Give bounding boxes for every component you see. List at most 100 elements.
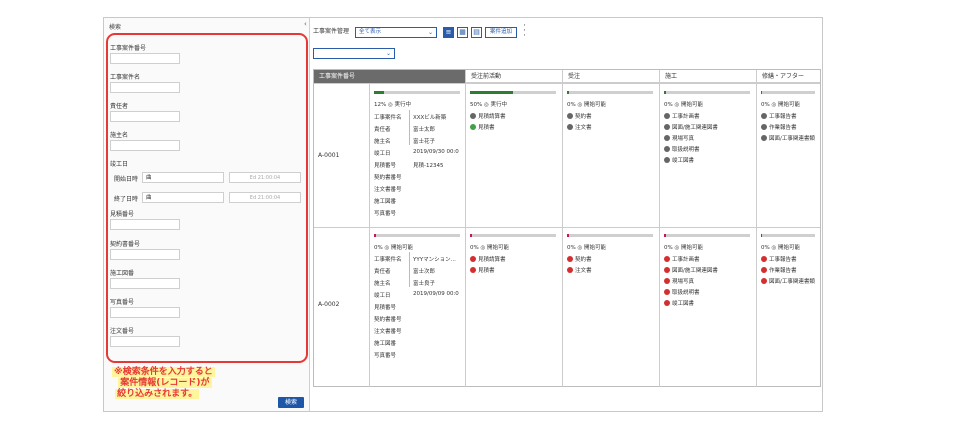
phase-document-item[interactable]: 工事計画書 [664,112,700,120]
project-grid: 工事案件番号 受注前活動 受注 施工 修繕・アフター A-0001 12% ◎ … [313,69,821,387]
phase-status: 0% ◎ 開始可能 [567,102,607,108]
phase-progress-fill [470,91,513,94]
order-number-input[interactable] [110,336,180,347]
owner-input[interactable] [110,140,180,151]
phase-document-item[interactable]: 見積請算書 [470,255,506,263]
phase-document-label: 工事報告書 [769,114,797,120]
row-status: 12% ◎ 実行中 [374,102,412,108]
phase-document-item[interactable]: 工事計画書 [664,255,700,263]
field-key: 施工図番 [374,199,397,205]
field-key: 契約書番号 [374,317,402,323]
alert-circle-icon [664,256,670,262]
phase-document-label: 工事計画書 [672,114,700,120]
chevron-left-icon[interactable]: ‹ [304,20,307,28]
drawing-number-input[interactable] [110,278,180,289]
list-view-icon[interactable]: ≡ [443,27,454,38]
phase-document-item[interactable]: 取扱説明書 [664,145,700,153]
phase-progress-bar [761,234,815,237]
row-project-id: A-0001 [318,152,340,159]
phase-progress-fill [567,91,569,94]
estimate-number-input[interactable] [110,219,180,230]
end-date-input[interactable]: 曲 [142,192,224,203]
manager-input[interactable] [110,111,180,122]
phase-document-item[interactable]: 図面/工事関連書類 [761,277,815,285]
phase-progress-bar [761,91,815,94]
phase-status: 0% ◎ 開始可能 [664,245,704,251]
phase-document-item[interactable]: 契約書 [567,112,592,120]
status-dot-icon [664,146,670,152]
field-value: 富士次郎 [413,269,436,275]
phase-document-item[interactable]: 現場写真 [664,134,694,142]
phase-document-item[interactable]: 図面/施工関連図書 [664,266,718,274]
phase-document-item[interactable]: 作業報告書 [761,266,797,274]
phase-status: 0% ◎ 開始可能 [761,102,801,108]
more-options-icon[interactable]: · · · [523,22,527,41]
phase-document-item[interactable]: 見積請算書 [470,112,506,120]
phase-document-item[interactable]: 竣工図書 [664,299,694,307]
main-area: 工事案件管理 全て表示 ⌄ ≡ ▦ ▤ 案件追加 · · · ⌄ 工事案件番号 受注… [311,18,822,411]
kv-divider [409,252,410,287]
phase-document-label: 竣工図書 [672,158,695,164]
search-panel-title: 検索 [109,24,122,31]
header-after-service: 修繕・アフター [756,70,820,83]
phase-document-item[interactable]: 見積書 [470,123,495,131]
phase-document-label: 作業報告書 [769,125,797,131]
search-button[interactable]: 検索 [278,397,304,408]
alert-circle-icon [761,278,767,284]
document-view-icon[interactable]: ▤ [471,27,482,38]
phase-document-item[interactable]: 注文書 [567,266,592,274]
phase-document-item[interactable]: 図面/工事関連書類 [761,134,815,142]
phase-document-item[interactable]: 契約書 [567,255,592,263]
alert-circle-icon [567,256,573,262]
grid-view-icon[interactable]: ▦ [457,27,468,38]
start-date-input[interactable]: 曲 [142,172,224,183]
phase-progress-fill [761,91,763,94]
field-key: 注文書番号 [374,329,402,335]
phase-document-label: 現場写真 [672,279,695,285]
note-line-3: 絞り込みされます。 [115,389,200,399]
phase-progress-bar [567,234,653,237]
view-filter-select[interactable]: 全て表示 ⌄ [355,27,437,38]
start-time-input[interactable]: Ed 21:00:04 [229,172,301,183]
field-label-drawing-number: 施工図番 [110,270,135,277]
status-dot-icon [761,124,767,130]
field-key: 契約書番号 [374,175,402,181]
field-label-project-name: 工事案件名 [110,74,141,81]
phase-document-label: 契約書 [575,114,592,120]
phase-document-label: 注文書 [575,125,592,131]
table-row[interactable]: A-0001 12% ◎ 実行中 工事案件名 XXXビル新築 責任者 富士太郎 … [314,83,820,227]
field-key: 施工図番 [374,341,397,347]
field-value: 富士良子 [413,281,436,287]
alert-circle-icon [567,267,573,273]
phase-document-item[interactable]: 取扱説明書 [664,288,700,296]
phase-document-item[interactable]: 作業報告書 [761,123,797,131]
project-name-input[interactable] [110,82,180,93]
status-dot-icon [664,113,670,119]
add-project-button[interactable]: 案件追加 [485,27,517,38]
status-dot-icon [470,113,476,119]
alert-circle-icon [664,289,670,295]
contract-number-input[interactable] [110,249,180,260]
status-dot-icon [664,135,670,141]
project-number-input[interactable] [110,53,180,64]
phase-document-item[interactable]: 見積書 [470,266,495,274]
phase-document-item[interactable]: 現場写真 [664,277,694,285]
status-dot-icon [664,124,670,130]
field-key: 施主名 [374,281,391,287]
row-status: 0% ◎ 開始可能 [374,245,414,251]
field-key: 見積番号 [374,163,397,169]
secondary-select[interactable]: ⌄ [313,48,395,59]
phase-document-item[interactable]: 工事報告書 [761,255,797,263]
phase-document-item[interactable]: 工事報告書 [761,112,797,120]
phase-progress-fill [664,234,666,237]
view-filter-value: 全て表示 [359,29,382,35]
phase-document-item[interactable]: 注文書 [567,123,592,131]
chevron-down-icon: ⌄ [427,29,433,36]
phase-document-item[interactable]: 竣工図書 [664,156,694,164]
photo-number-input[interactable] [110,307,180,318]
header-pre-order: 受注前活動 [465,70,562,83]
table-row[interactable]: A-0002 0% ◎ 開始可能 工事案件名 YYYマンション... 責任者 富… [314,227,820,387]
phase-document-item[interactable]: 図面/施工関連図書 [664,123,718,131]
field-label-estimate-number: 見積番号 [110,211,135,218]
end-time-input[interactable]: Ed 21:00:04 [229,192,301,203]
